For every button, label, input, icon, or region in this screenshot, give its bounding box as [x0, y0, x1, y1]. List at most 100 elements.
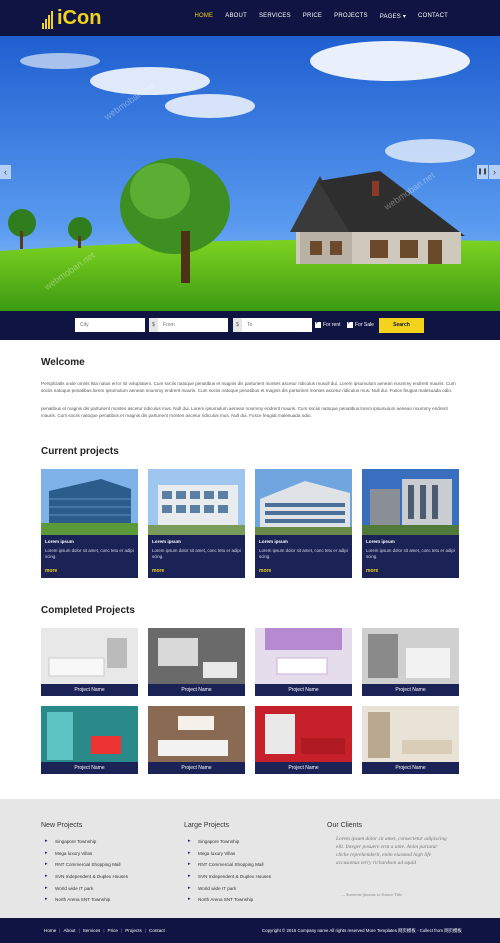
project-image [148, 469, 245, 535]
project-description: Lorem ipsum dolor sit amet, conc tetu er… [45, 548, 134, 559]
project-name: Project Name [148, 684, 245, 696]
separator: | [120, 928, 123, 933]
main-nav: HOME ABOUT SERVICES PRICE PROJECTS PAGES… [182, 13, 448, 20]
project-name: Project Name [41, 684, 138, 696]
nav-about[interactable]: ABOUT [225, 13, 247, 20]
project-name: Project Name [255, 684, 352, 696]
nav-pages[interactable]: PAGES ▾ [380, 13, 406, 20]
project-image [41, 469, 138, 535]
completed-project-tile[interactable]: Project Name [41, 706, 138, 774]
project-name: Project Name [362, 684, 459, 696]
separator: | [103, 928, 105, 933]
list-item[interactable]: RNT Commercial Shopping Mall [186, 859, 271, 871]
list-item[interactable]: Singapore Township [186, 836, 271, 848]
new-projects-title: New Projects [41, 822, 83, 829]
more-link[interactable]: more [366, 568, 378, 574]
large-projects-list: Singapore Township Mega luxury Villas RN… [186, 836, 271, 906]
project-title: Lorem ipsum [45, 539, 74, 544]
chevron-left-icon[interactable]: ‹ [0, 165, 11, 179]
dollar-icon: $ [149, 318, 158, 332]
project-name: Project Name [255, 762, 352, 774]
footer-link-price[interactable]: Price [108, 928, 118, 933]
logo-bars-icon [42, 11, 53, 29]
bottom-bar: Home | About | Services | Price | Projects | … [0, 918, 500, 943]
separator: | [78, 928, 80, 933]
list-item[interactable]: World wide IT park [186, 883, 271, 895]
completed-project-tile[interactable]: Project Name [255, 706, 352, 774]
footer-nav: Home | About | Services | Price | Projects | … [44, 928, 165, 933]
project-title: Lorem ipsum [152, 539, 181, 544]
footer-link-contact[interactable]: Contact [149, 928, 165, 933]
project-description: Lorem ipsum dolor sit amet, conc tetu er… [259, 548, 348, 559]
more-link[interactable]: more [152, 568, 164, 574]
nav-home[interactable]: HOME [194, 13, 213, 20]
search-button[interactable]: Search [379, 318, 424, 333]
list-item[interactable]: Mega luxury Villas [43, 848, 128, 860]
logo-text: iCon [57, 7, 102, 29]
completed-project-tile[interactable]: Project Name [41, 628, 138, 696]
separator: | [59, 928, 61, 933]
new-projects-list: Singapore Township Mega luxury Villas RN… [43, 836, 128, 906]
completed-projects-title: Completed Projects [41, 605, 135, 616]
nav-price[interactable]: PRICE [303, 13, 322, 20]
logo[interactable]: iCon [42, 7, 101, 29]
welcome-paragraph-1: Persplclatls unde omnls lsta natus error… [41, 381, 456, 393]
pause-icon[interactable]: ❚❚ [477, 165, 488, 179]
list-item[interactable]: SVN Independent & Duplex Houses [186, 871, 271, 883]
city-input[interactable] [75, 318, 145, 332]
nav-contact[interactable]: CONTACT [418, 13, 448, 20]
chevron-right-icon[interactable]: › [489, 165, 500, 179]
nav-projects[interactable]: PROJECTS [334, 13, 368, 20]
hero-image [0, 36, 500, 311]
completed-project-tile[interactable]: Project Name [148, 628, 245, 696]
project-title: Lorem ipsum [259, 539, 288, 544]
completed-project-tile[interactable]: Project Name [148, 706, 245, 774]
list-item[interactable]: Mega luxury Villas [186, 848, 271, 860]
project-name: Project Name [362, 762, 459, 774]
nav-services[interactable]: SERVICES [259, 13, 291, 20]
completed-project-tile[interactable]: Project Name [362, 628, 459, 696]
completed-project-tile[interactable]: Project Name [255, 628, 352, 696]
header: iCon HOME ABOUT SERVICES PRICE PROJECTS … [0, 0, 500, 36]
large-projects-title: Large Projects [184, 822, 230, 829]
project-name: Project Name [148, 762, 245, 774]
dollar-icon: $ [233, 318, 242, 332]
footer-link-services[interactable]: Services [83, 928, 101, 933]
current-projects-title: Current projects [41, 446, 119, 457]
our-clients-title: Our Clients [327, 822, 363, 829]
project-card[interactable]: Lorem ipsum Lorem ipsum dolor sit amet, … [255, 469, 352, 578]
project-description: Lorem ipsum dolor sit amet, conc tetu er… [366, 548, 455, 559]
more-link[interactable]: more [259, 568, 271, 574]
for-rent-label: For rent [323, 322, 341, 328]
project-image [255, 469, 352, 535]
price-to-input[interactable] [242, 318, 312, 332]
footer-link-projects[interactable]: Projects [125, 928, 142, 933]
project-image [362, 469, 459, 535]
for-sale-label: For Sale [355, 322, 374, 328]
project-description: Lorem ipsum dolor sit amet, conc tetu er… [152, 548, 241, 559]
price-from-input[interactable] [158, 318, 228, 332]
list-item[interactable]: World wide IT park [43, 883, 128, 895]
footer-link-about[interactable]: About [63, 928, 75, 933]
project-card[interactable]: Lorem ipsum Lorem ipsum dolor sit amet, … [362, 469, 459, 578]
more-link[interactable]: more [45, 568, 57, 574]
list-item[interactable]: North Arena SNT Township [43, 894, 128, 906]
project-title: Lorem ipsum [366, 539, 395, 544]
footer-link-home[interactable]: Home [44, 928, 56, 933]
project-name: Project Name [41, 762, 138, 774]
for-rent-checkbox[interactable] [315, 319, 321, 328]
completed-project-tile[interactable]: Project Name [362, 706, 459, 774]
project-card[interactable]: Lorem ipsum Lorem ipsum dolor sit amet, … [148, 469, 245, 578]
property-search-bar: $ $ For rent For Sale Search [0, 311, 500, 340]
client-quote: Lorem ipsum dolor sit amet, consectetur … [336, 836, 447, 866]
client-signature: — Someone famous in Source Title [341, 892, 403, 897]
separator: | [144, 928, 146, 933]
welcome-paragraph-2: penatibus et magnis dis parturient monte… [41, 406, 448, 418]
list-item[interactable]: SVN Independent & Duplex Houses [43, 871, 128, 883]
project-card[interactable]: Lorem ipsum Lorem ipsum dolor sit amet, … [41, 469, 138, 578]
hero-slider: webmoban.net webmoban.net webmoban.net ‹… [0, 36, 500, 311]
list-item[interactable]: RNT Commercial Shopping Mall [43, 859, 128, 871]
list-item[interactable]: North Arena SNT Township [186, 894, 271, 906]
for-sale-checkbox[interactable] [347, 319, 353, 328]
list-item[interactable]: Singapore Township [43, 836, 128, 848]
